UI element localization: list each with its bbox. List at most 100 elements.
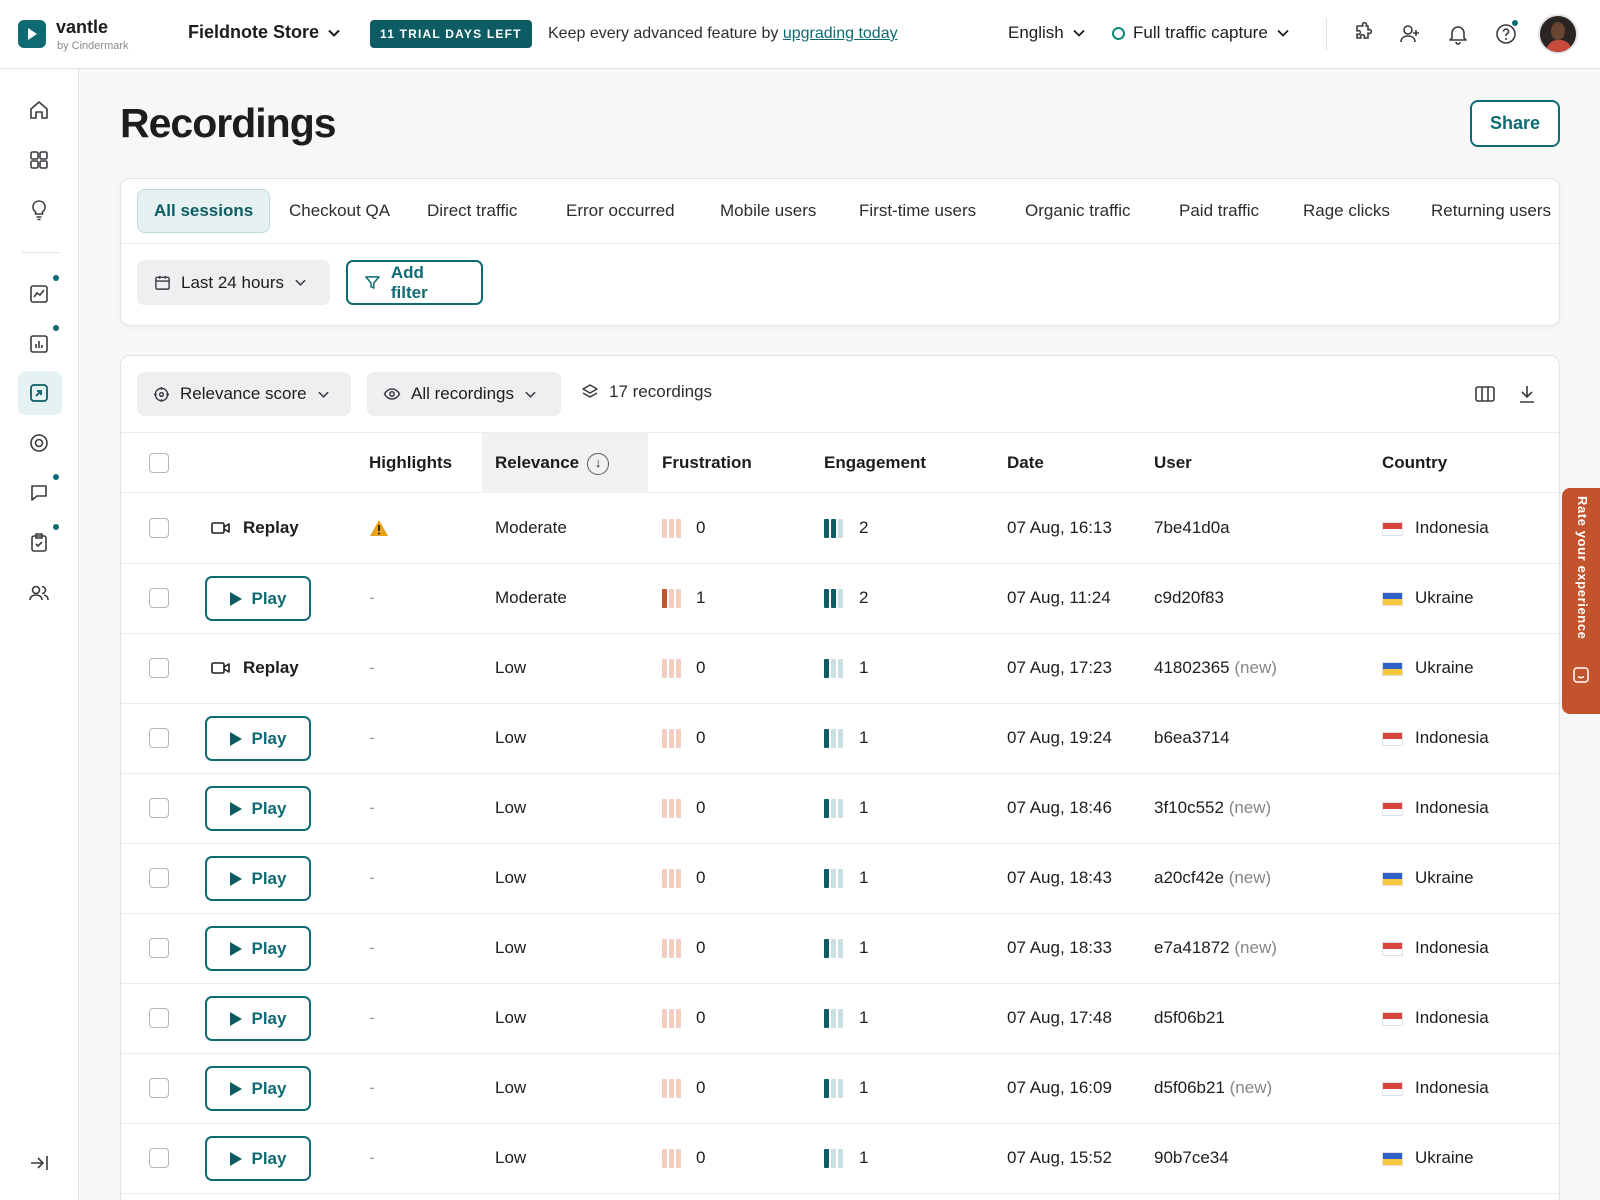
bell-icon[interactable] (1446, 22, 1470, 46)
row-checkbox[interactable] (149, 658, 169, 678)
play-button[interactable]: Play (205, 716, 311, 761)
tab-direct-traffic[interactable]: Direct traffic (411, 189, 533, 233)
column-relevance[interactable]: Relevance ↓ (495, 433, 610, 493)
tab-all-sessions[interactable]: All sessions (137, 189, 271, 233)
notification-dot (53, 524, 59, 530)
tab-checkout-qa[interactable]: Checkout QA (273, 189, 406, 233)
select-all-checkbox[interactable] (149, 453, 169, 473)
rate-experience-tab[interactable]: Rate your experience (1562, 488, 1600, 714)
column-frustration[interactable]: Frustration (662, 433, 752, 493)
play-button[interactable]: Play (205, 856, 311, 901)
row-checkbox[interactable] (149, 938, 169, 958)
insights-icon[interactable] (27, 198, 51, 222)
play-button[interactable]: Play (205, 786, 311, 831)
status-ring-icon (1112, 26, 1125, 40)
reports-icon[interactable] (27, 332, 51, 356)
table-row[interactable]: Play - Low 0 1 07 Aug, 16:09 d5f06b21 (new) Ind… (121, 1053, 1561, 1124)
target-icon (153, 386, 170, 402)
column-country[interactable]: Country (1382, 433, 1447, 493)
user-id[interactable]: 90b7ce34 (1154, 1123, 1229, 1193)
date-range-dropdown[interactable]: Last 24 hours (137, 260, 330, 305)
language-selector[interactable]: English (1008, 23, 1086, 43)
row-checkbox[interactable] (149, 1078, 169, 1098)
replay-link[interactable]: Replay (211, 493, 299, 563)
add-user-icon[interactable] (1398, 22, 1422, 46)
trends-icon[interactable] (27, 282, 51, 306)
user-id[interactable]: d5f06b21 (1154, 983, 1225, 1053)
tab-paid-traffic[interactable]: Paid traffic (1163, 189, 1275, 233)
row-checkbox[interactable] (149, 588, 169, 608)
users-icon[interactable] (27, 581, 51, 605)
sort-dropdown[interactable]: Relevance score (137, 372, 351, 416)
surveys-icon[interactable] (27, 531, 51, 555)
row-checkbox[interactable] (149, 1008, 169, 1028)
user-id[interactable]: 3f10c552 (new) (1154, 773, 1271, 843)
play-button[interactable]: Play (205, 1066, 311, 1111)
table-row[interactable]: Play - Moderate 1 2 07 Aug, 11:24 c9d20f83 Ukra… (121, 563, 1561, 634)
heatmaps-icon[interactable] (27, 431, 51, 455)
columns-icon[interactable] (1473, 382, 1497, 406)
highlight-empty: - (369, 658, 375, 677)
capture-mode-selector[interactable]: Full traffic capture (1112, 23, 1290, 43)
add-filter-button[interactable]: Add filter (346, 260, 483, 305)
new-user-tag: (new) (1234, 938, 1277, 957)
puzzle-icon[interactable] (1351, 22, 1375, 46)
country-cell: Indonesia (1382, 1053, 1489, 1123)
download-icon[interactable] (1515, 382, 1539, 406)
table-row[interactable]: Play - Low 0 1 07 Aug, 18:46 3f10c552 (new) Ind… (121, 773, 1561, 844)
user-id[interactable]: a20cf42e (new) (1154, 843, 1271, 913)
play-icon (229, 941, 242, 956)
row-checkbox[interactable] (149, 1148, 169, 1168)
tab-returning-users[interactable]: Returning users (1415, 189, 1567, 233)
tab-rage-clicks[interactable]: Rage clicks (1287, 189, 1406, 233)
user-id-text: c9d20f83 (1154, 588, 1224, 607)
upgrade-link[interactable]: upgrading today (783, 25, 898, 42)
frustration-bars (662, 1009, 681, 1028)
table-row[interactable]: Play - Low 0 1 07 Aug, 15:52 90b7ce34 Ukraine (121, 1123, 1561, 1194)
user-id[interactable]: b6ea3714 (1154, 703, 1230, 773)
column-date[interactable]: Date (1007, 433, 1044, 493)
column-highlights[interactable]: Highlights (369, 433, 452, 493)
user-avatar[interactable] (1538, 14, 1578, 54)
highlight-empty: - (369, 868, 375, 887)
dashboard-icon[interactable] (27, 148, 51, 172)
recordings-icon[interactable] (27, 381, 51, 405)
tab-error-occurred[interactable]: Error occurred (550, 189, 691, 233)
user-id[interactable]: 7be41d0a (1154, 493, 1230, 563)
play-button[interactable]: Play (205, 926, 311, 971)
table-row[interactable]: Play - Low 0 1 07 Aug, 19:24 b6ea3714 Indonesia (121, 703, 1561, 774)
replay-link[interactable]: Replay (211, 633, 299, 703)
user-id[interactable]: d5f06b21 (new) (1154, 1053, 1272, 1123)
warning-icon[interactable] (369, 519, 389, 537)
feedback-icon[interactable] (27, 481, 51, 505)
column-engagement[interactable]: Engagement (824, 433, 926, 493)
view-dropdown[interactable]: All recordings (367, 372, 561, 416)
collapse-icon[interactable] (27, 1151, 51, 1175)
user-id[interactable]: c9d20f83 (1154, 563, 1224, 633)
table-row[interactable]: Replay - Low 0 1 07 Aug, 17:23 41802365 (new) U… (121, 633, 1561, 704)
session-date: 07 Aug, 15:52 (1007, 1148, 1112, 1167)
table-row[interactable]: Play - Low 0 1 07 Aug, 18:33 e7a41872 (new) Ind… (121, 913, 1561, 984)
share-button[interactable]: Share (1470, 100, 1560, 147)
row-checkbox[interactable] (149, 728, 169, 748)
row-checkbox[interactable] (149, 518, 169, 538)
table-row[interactable]: Replay Moderate 0 2 07 Aug, 16:13 7be41d0a Ind… (121, 493, 1561, 564)
row-checkbox[interactable] (149, 798, 169, 818)
table-row[interactable]: Play - Low 0 1 07 Aug, 17:48 d5f06b21 Indonesia (121, 983, 1561, 1054)
table-row[interactable]: Play - Low 0 1 07 Aug, 18:43 a20cf42e (new) Ukr… (121, 843, 1561, 914)
play-button[interactable]: Play (205, 1136, 311, 1181)
user-id[interactable]: e7a41872 (new) (1154, 913, 1277, 983)
play-button[interactable]: Play (205, 996, 311, 1041)
column-user[interactable]: User (1154, 433, 1192, 493)
user-id[interactable]: 41802365 (new) (1154, 633, 1277, 703)
home-icon[interactable] (27, 98, 51, 122)
sort-desc-icon[interactable]: ↓ (587, 452, 610, 475)
tab-organic-traffic[interactable]: Organic traffic (1009, 189, 1147, 233)
store-selector[interactable]: Fieldnote Store (188, 22, 341, 43)
tab-mobile-users[interactable]: Mobile users (704, 189, 832, 233)
play-button[interactable]: Play (205, 576, 311, 621)
country-cell: Ukraine (1382, 563, 1474, 633)
logo-icon[interactable] (18, 20, 46, 48)
row-checkbox[interactable] (149, 868, 169, 888)
tab-first-time-users[interactable]: First-time users (843, 189, 992, 233)
